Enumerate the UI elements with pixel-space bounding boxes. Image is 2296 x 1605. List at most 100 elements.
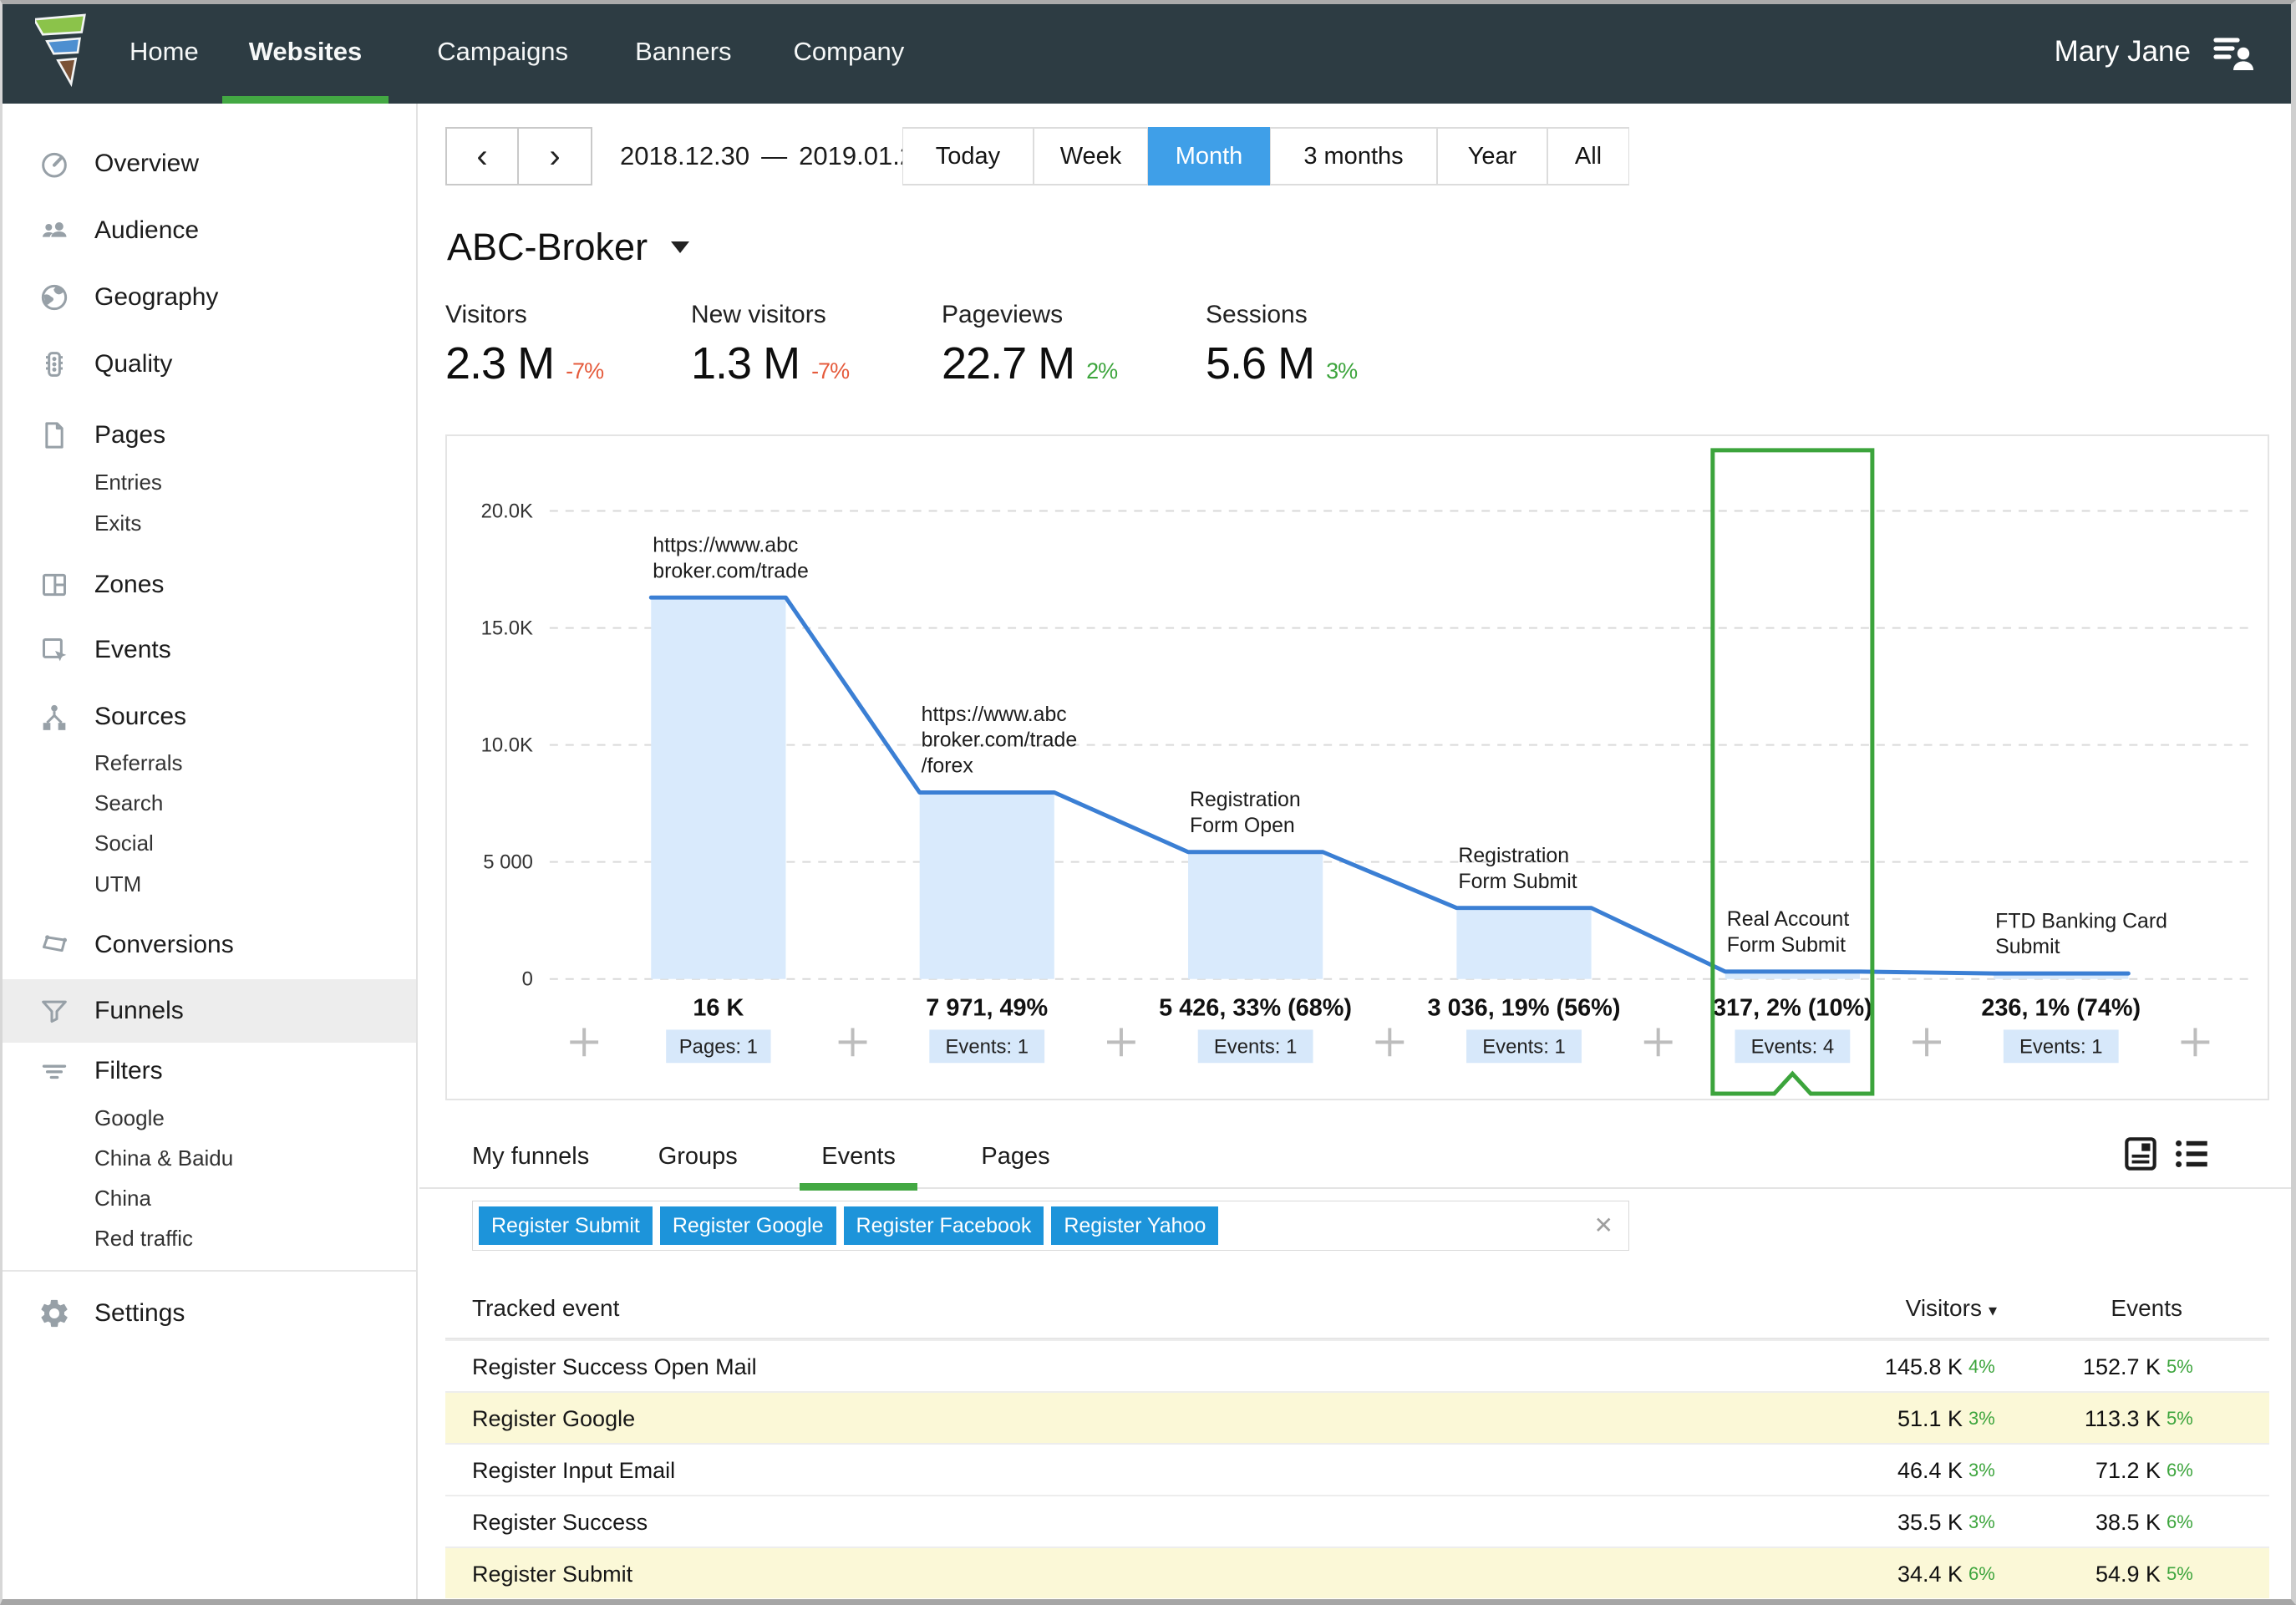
sidebar-item-referrals[interactable]: Referrals: [0, 743, 416, 783]
sidebar-item-filters[interactable]: Filters: [0, 1043, 416, 1100]
stat-sessions: Sessions 5.6 M 3%: [1206, 301, 1358, 389]
report-export-icon[interactable]: [2120, 1133, 2161, 1175]
nav-item-home[interactable]: Home: [104, 0, 224, 104]
chip-register-google[interactable]: Register Google: [659, 1206, 836, 1245]
column-events: Events: [2111, 1295, 2182, 1321]
period-all[interactable]: All: [1547, 127, 1629, 185]
tab-groups[interactable]: Groups: [658, 1124, 738, 1189]
sidebar-item-conversions[interactable]: Conversions: [0, 917, 416, 973]
sidebar-item-zones[interactable]: Zones: [0, 556, 416, 613]
period-week[interactable]: Week: [1034, 127, 1148, 185]
svg-text:15.0K: 15.0K: [481, 617, 533, 640]
nav-item-campaigns[interactable]: Campaigns: [412, 0, 593, 104]
tab-pages[interactable]: Pages: [981, 1124, 1049, 1189]
svg-text:https://www.abc: https://www.abc: [922, 703, 1067, 726]
svg-text:10.0K: 10.0K: [481, 734, 533, 757]
sidebar-item-sources[interactable]: Sources: [0, 688, 416, 745]
table-header: Tracked event Visitors ▾ Events: [445, 1277, 2269, 1339]
svg-text:16 K: 16 K: [693, 995, 744, 1022]
sidebar-item-audience[interactable]: Audience: [0, 202, 416, 259]
sidebar-item-search[interactable]: Search: [0, 783, 416, 823]
stat-value: 5.6 M: [1206, 338, 1315, 389]
stat-pageviews: Pageviews 22.7 M 2%: [942, 301, 1118, 389]
user-menu[interactable]: Mary Jane: [2055, 0, 2256, 104]
svg-text:5 000: 5 000: [483, 851, 533, 874]
sidebar-item-red-traffic[interactable]: Red traffic: [0, 1218, 416, 1258]
sidebar-item-funnels[interactable]: Funnels: [0, 979, 416, 1043]
period-today[interactable]: Today: [902, 127, 1034, 185]
svg-text:Events: 4: Events: 4: [1751, 1035, 1834, 1058]
sidebar-item-social[interactable]: Social: [0, 823, 416, 863]
table-row[interactable]: Register Input Email 46.4 K 3% 71.2 K 6%: [445, 1443, 2269, 1495]
click-icon: [43, 638, 67, 662]
nav-item-websites[interactable]: Websites: [221, 0, 389, 104]
table-row[interactable]: Register Google 51.1 K 3% 113.3 K 5%: [445, 1391, 2269, 1443]
sidebar-item-geography[interactable]: Geography: [0, 269, 416, 326]
list-view-icon[interactable]: [2171, 1133, 2212, 1175]
sidebar-item-utm[interactable]: UTM: [0, 864, 416, 904]
funnel-chart[interactable]: 0 5 000 10.0K 15.0K 20.0K https://www.abc brok…: [447, 436, 2268, 1099]
stat-value: 22.7 M: [942, 338, 1075, 389]
svg-text:https://www.abc: https://www.abc: [653, 533, 798, 556]
filter-lines-icon: [42, 1064, 67, 1079]
gear-icon: [41, 1299, 68, 1328]
page-icon: [45, 422, 63, 449]
svg-text:236, 1% (74%): 236, 1% (74%): [1981, 995, 2141, 1022]
svg-text:Form Open: Form Open: [1190, 814, 1295, 837]
table-row[interactable]: Register Success Open Mail 145.8 K 4% 152…: [445, 1339, 2269, 1391]
nav-item-company[interactable]: Company: [769, 0, 930, 104]
stat-value: 1.3 M: [691, 338, 800, 389]
date-separator: —: [761, 141, 788, 170]
svg-text:broker.com/trade: broker.com/trade: [653, 559, 809, 582]
main-content: ‹ › 2018.12.30 — 2019.01.28 Today Week M…: [419, 104, 2296, 1605]
sidebar-item-quality[interactable]: Quality: [0, 336, 416, 393]
clear-filter-icon[interactable]: ✕: [1594, 1201, 1613, 1250]
sidebar-item-pages[interactable]: Pages: [0, 407, 416, 464]
prev-period-button[interactable]: ‹: [447, 129, 519, 184]
layout-icon: [43, 573, 66, 597]
svg-text:7 971, 49%: 7 971, 49%: [926, 995, 1048, 1022]
tracked-events-table: Tracked event Visitors ▾ Events Register …: [445, 1277, 2269, 1598]
sidebar-item-entries[interactable]: Entries: [0, 462, 416, 502]
sort-caret-icon: ▾: [1988, 1302, 1997, 1320]
chip-register-submit[interactable]: Register Submit: [479, 1206, 653, 1245]
table-row[interactable]: Register Success 35.5 K 3% 38.5 K 6%: [445, 1495, 2269, 1547]
stat-visitors: Visitors 2.3 M -7%: [445, 301, 604, 389]
sidebar-divider: [0, 1270, 416, 1272]
sidebar: Overview Audience Geography Quality Page…: [0, 104, 418, 1605]
event-filter-input[interactable]: Register Submit Register Google Register…: [472, 1201, 1629, 1251]
sidebar-item-google[interactable]: Google: [0, 1098, 416, 1138]
site-selector[interactable]: ABC-Broker: [447, 226, 690, 269]
globe-icon: [41, 284, 68, 311]
sidebar-item-events[interactable]: Events: [0, 622, 416, 678]
funnel-icon: [42, 1000, 67, 1023]
sidebar-item-china[interactable]: China: [0, 1178, 416, 1218]
stat-delta: 3%: [1326, 358, 1358, 383]
sidebar-item-overview[interactable]: Overview: [0, 135, 416, 192]
sidebar-item-settings[interactable]: Settings: [0, 1285, 416, 1342]
period-3-months[interactable]: 3 months: [1270, 127, 1437, 185]
date-range: 2018.12.30 — 2019.01.28: [620, 127, 928, 185]
tab-my-funnels[interactable]: My funnels: [472, 1124, 589, 1189]
user-name: Mary Jane: [2054, 35, 2191, 68]
svg-text:Form Submit: Form Submit: [1727, 933, 1846, 957]
svg-text:317, 2% (10%): 317, 2% (10%): [1713, 995, 1872, 1022]
site-name: ABC-Broker: [447, 226, 648, 268]
finteza-funnel-logo[interactable]: [35, 10, 95, 90]
period-buttons: Today Week Month 3 months Year All: [902, 127, 1629, 185]
sidebar-item-exits[interactable]: Exits: [0, 503, 416, 543]
nav-item-banners[interactable]: Banners: [610, 0, 756, 104]
sidebar-item-china-baidu[interactable]: China & Baidu: [0, 1138, 416, 1178]
period-year[interactable]: Year: [1437, 127, 1547, 185]
chip-register-yahoo[interactable]: Register Yahoo: [1051, 1206, 1219, 1245]
user-account-menu-icon: [2213, 38, 2253, 70]
tab-events[interactable]: Events: [800, 1124, 917, 1191]
period-month[interactable]: Month: [1148, 127, 1270, 185]
chip-register-facebook[interactable]: Register Facebook: [843, 1206, 1044, 1245]
next-period-button[interactable]: ›: [519, 129, 591, 184]
table-row[interactable]: Register Submit 34.4 K 6% 54.9 K 5%: [445, 1547, 2269, 1598]
svg-text:FTD Banking Card: FTD Banking Card: [1995, 909, 2167, 932]
column-tracked-event: Tracked event: [472, 1295, 620, 1321]
chevron-down-icon: [671, 241, 690, 253]
column-visitors-sort[interactable]: Visitors ▾: [1906, 1277, 1997, 1339]
